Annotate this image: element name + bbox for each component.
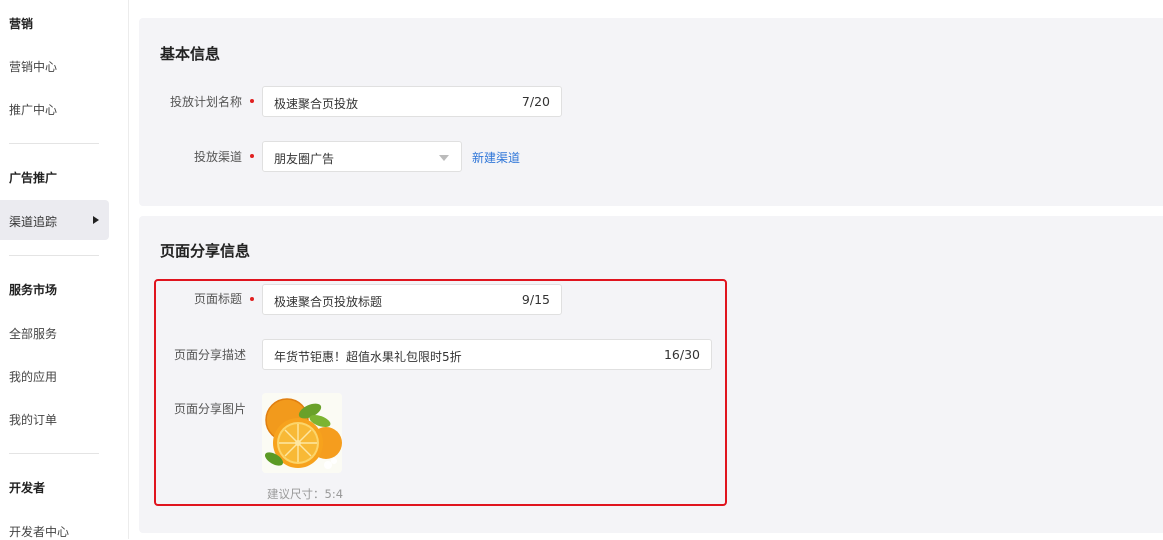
- plan-name-label: 投放计划名称: [169, 95, 242, 109]
- channel-value: 朋友圈广告: [274, 152, 335, 166]
- channel-label: 投放渠道: [193, 150, 242, 164]
- sidebar: 营销 营销中心 推广中心 广告推广 渠道追踪 服务市场 全部服务 我的应用 我的…: [0, 0, 129, 539]
- sidebar-item-promotion-center[interactable]: 推广中心: [9, 101, 57, 118]
- sidebar-item-my-apps[interactable]: 我的应用: [9, 368, 57, 385]
- sidebar-divider: [9, 143, 99, 144]
- caret-right-icon: [93, 216, 99, 224]
- required-marker: [250, 99, 254, 103]
- plan-name-input[interactable]: 极速聚合页投放 7/20: [262, 86, 562, 117]
- sidebar-item-developer-center[interactable]: 开发者中心: [9, 523, 69, 540]
- sidebar-group-marketing: 营销: [9, 17, 34, 31]
- highlight-box: [154, 279, 727, 506]
- new-channel-link[interactable]: 新建渠道: [472, 149, 520, 166]
- sidebar-item-channel-tracking[interactable]: 渠道追踪: [0, 200, 109, 240]
- required-marker: [250, 154, 254, 158]
- sidebar-divider: [9, 453, 99, 454]
- channel-select[interactable]: 朋友圈广告: [262, 141, 462, 172]
- share-info-title: 页面分享信息: [160, 242, 251, 260]
- basic-info-title: 基本信息: [160, 45, 221, 63]
- sidebar-group-service-market: 服务市场: [9, 283, 58, 297]
- sidebar-item-all-services[interactable]: 全部服务: [9, 325, 57, 342]
- sidebar-group-developer: 开发者: [9, 481, 46, 495]
- chevron-down-icon: [439, 155, 449, 161]
- sidebar-item-my-orders[interactable]: 我的订单: [9, 411, 57, 428]
- sidebar-item-label: 渠道追踪: [9, 215, 58, 229]
- plan-name-counter: 7/20: [521, 94, 550, 109]
- sidebar-group-ads: 广告推广: [9, 171, 58, 185]
- plan-name-value: 极速聚合页投放: [274, 97, 359, 111]
- sidebar-item-marketing-center[interactable]: 营销中心: [9, 58, 57, 75]
- sidebar-divider: [9, 255, 99, 256]
